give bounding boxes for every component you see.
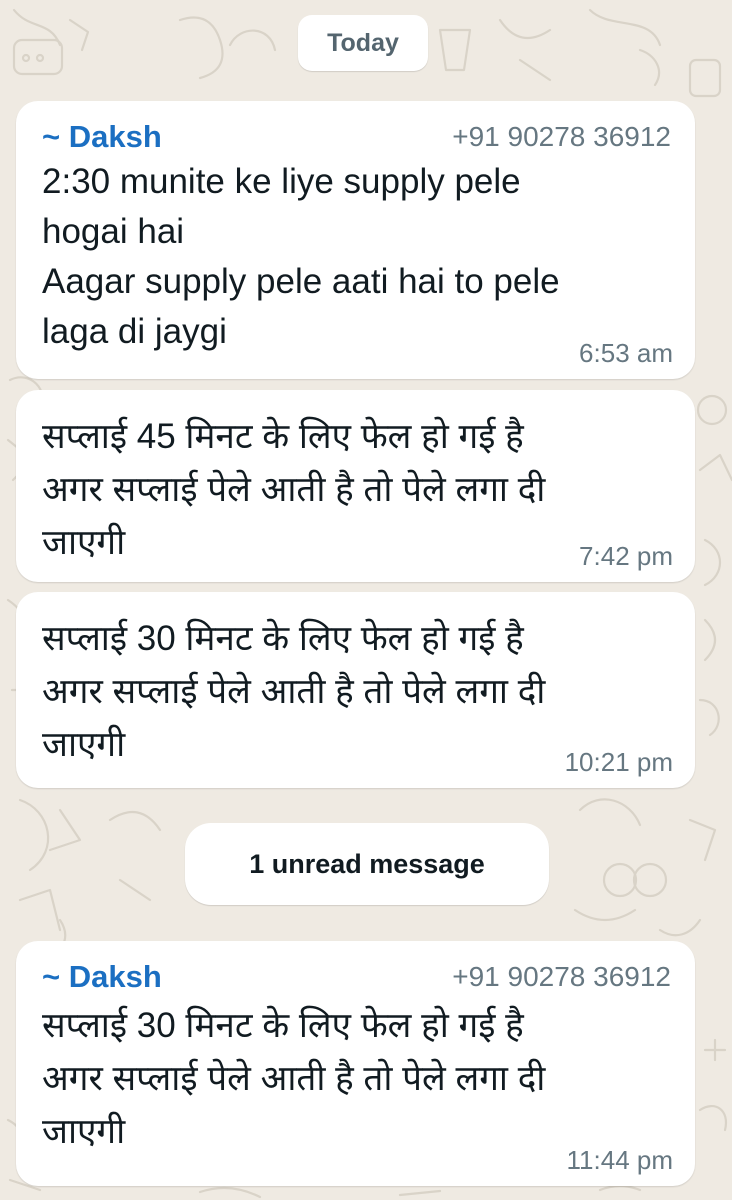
unread-divider: 1 unread message	[185, 823, 549, 905]
sender-row: ~ Daksh +91 90278 36912	[42, 959, 671, 995]
sender-name[interactable]: ~ Daksh	[42, 959, 162, 995]
sender-row: ~ Daksh +91 90278 36912	[42, 119, 671, 155]
sender-name[interactable]: ~ Daksh	[42, 119, 162, 155]
date-divider-label: Today	[327, 28, 399, 57]
message-text: 2:30 munite ke liye supply pele hogai ha…	[42, 162, 560, 351]
sender-phone[interactable]: +91 90278 36912	[452, 121, 671, 153]
message-text: सप्लाई 45 मिनट के लिए फेल हो गई है अगर स…	[42, 417, 546, 562]
message-bubble[interactable]: सप्लाई 45 मिनट के लिए फेल हो गई है अगर स…	[16, 390, 695, 582]
message-bubble[interactable]: ~ Daksh +91 90278 36912 2:30 munite ke l…	[16, 101, 695, 379]
message-time: 10:21 pm	[564, 747, 673, 777]
message-time: 6:53 am	[579, 338, 673, 368]
chat-area[interactable]: Today ~ Daksh +91 90278 36912 2:30 munit…	[0, 0, 732, 1200]
message-time: 7:42 pm	[579, 541, 673, 571]
message-bubble[interactable]: सप्लाई 30 मिनट के लिए फेल हो गई है अगर स…	[16, 592, 695, 788]
message-text: सप्लाई 30 मिनट के लिए फेल हो गई है अगर स…	[42, 1006, 546, 1151]
unread-divider-label: 1 unread message	[249, 848, 485, 879]
message-time: 11:44 pm	[566, 1145, 673, 1175]
message-bubble[interactable]: ~ Daksh +91 90278 36912 सप्लाई 30 मिनट क…	[16, 941, 695, 1186]
date-divider: Today	[298, 15, 428, 71]
sender-phone[interactable]: +91 90278 36912	[452, 961, 671, 993]
